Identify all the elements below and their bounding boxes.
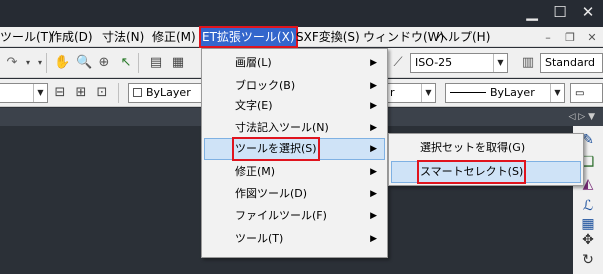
design-center-icon[interactable]: ▦ (170, 55, 186, 71)
menu-item-tools[interactable]: ツール(T) ▶ (204, 228, 385, 250)
rotate-icon[interactable]: ↻ (578, 250, 598, 270)
et-tools-menu: 画層(L) ▶ ブロック(B) ▶ 文字(E) ▶ 寸法記入ツール(N) ▶ ツールを選… (201, 48, 388, 258)
menu-item-file-tools[interactable]: ファイルツール(F) ▶ (204, 205, 385, 227)
chevron-down-icon[interactable]: ▼ (550, 84, 564, 102)
dimstyle-icon: ⟋ (393, 55, 403, 70)
chevron-down-icon[interactable]: ▼ (33, 84, 47, 102)
zoom-window-icon[interactable]: ⊕ (96, 55, 112, 71)
redo-icon[interactable]: ↷ (4, 55, 20, 71)
color-select[interactable]: ByLayer (128, 83, 202, 103)
menu-bar: ツール(T) 作成(D) 寸法(N) 修正(M) ET拡張ツール(X) SXF変… (0, 26, 603, 48)
move-icon[interactable]: ✥ (578, 230, 598, 250)
separator (46, 53, 47, 73)
doc-close-icon[interactable]: ✕ (587, 31, 597, 44)
chevron-down-icon[interactable]: ▼ (493, 54, 507, 72)
zoom-realtime-icon[interactable]: 🔍 (76, 55, 92, 71)
menu-item-text[interactable]: 文字(E) ▶ (204, 95, 385, 117)
selection-tools-submenu: 選択セットを取得(G) スマートセレクト(S) (388, 133, 584, 186)
submenu-arrow-icon: ▶ (370, 101, 377, 111)
tab-scroll-icon[interactable]: ◁ ▷ ▼ (569, 108, 596, 126)
submenu-arrow-icon: ▶ (370, 123, 377, 133)
menu-item-blocks[interactable]: ブロック(B) ▶ (204, 75, 385, 97)
close-icon[interactable]: ✕ (581, 4, 595, 20)
color-swatch (133, 88, 142, 97)
menu-item-get-selection-set[interactable]: 選択セットを取得(G) (391, 137, 581, 159)
submenu-arrow-icon: ▶ (370, 81, 377, 91)
tablestyle-select[interactable]: Standard (540, 53, 603, 73)
layer-previous-icon[interactable]: ⊡ (94, 85, 110, 101)
menu-item-dimension-tools[interactable]: 寸法記入ツール(N) ▶ (204, 117, 385, 139)
menu-help[interactable]: ヘルプ(H) (436, 27, 490, 47)
maximize-icon[interactable]: ☐ (553, 4, 567, 20)
menu-item-modify[interactable]: 修正(M) ▶ (204, 161, 385, 183)
lineweight-select[interactable]: ▭ (570, 83, 603, 103)
submenu-arrow-icon: ▶ (370, 144, 377, 154)
submenu-arrow-icon: ▶ (370, 167, 377, 177)
menu-item-draw-tools[interactable]: 作図ツール(D) ▶ (204, 183, 385, 205)
menu-sxf[interactable]: SXF変換(S) (296, 27, 360, 47)
linetype-select[interactable]: ByLayer ▼ (445, 83, 565, 103)
doc-restore-icon[interactable]: ❐ (565, 31, 575, 44)
submenu-arrow-icon: ▶ (370, 211, 377, 221)
minimize-icon[interactable]: ▁ (525, 4, 539, 20)
layer-manager-icon[interactable]: ⊞ (73, 85, 89, 101)
menu-window[interactable]: ウィンドウ(W) (363, 27, 444, 47)
pan-hand-icon[interactable]: ✋ (54, 55, 70, 71)
separator (118, 83, 119, 103)
color-select-partial[interactable]: r ▼ (388, 83, 436, 103)
offset-icon[interactable]: ℒ (578, 196, 598, 216)
menu-tools[interactable]: ツール(T) (0, 27, 53, 47)
chevron-down-icon[interactable]: ▼ (421, 84, 435, 102)
menu-dimension[interactable]: 寸法(N) (102, 27, 144, 47)
menu-modify[interactable]: 修正(M) (152, 27, 196, 47)
submenu-arrow-icon: ▶ (370, 58, 377, 68)
tablestyle-icon: ▥ (521, 55, 535, 70)
menu-item-layers[interactable]: 画層(L) ▶ (204, 52, 385, 74)
menu-item-selection-tools[interactable]: ツールを選択(S) ▶ (204, 137, 385, 161)
menu-draw[interactable]: 作成(D) (50, 27, 93, 47)
submenu-arrow-icon: ▶ (370, 234, 377, 244)
properties-icon[interactable]: ▤ (148, 55, 164, 71)
title-bar: ▁ ☐ ✕ (0, 0, 603, 27)
menu-item-smart-select[interactable]: スマートセレクト(S) (391, 160, 581, 184)
linetype-sample (450, 92, 486, 93)
zoom-previous-icon[interactable]: ↖ (118, 55, 134, 71)
menu-et-express-tools[interactable]: ET拡張ツール(X) (199, 26, 298, 48)
layer-state-icon[interactable]: ⊟ (52, 85, 68, 101)
submenu-arrow-icon: ▶ (370, 189, 377, 199)
layer-select[interactable]: ▼ (0, 83, 48, 103)
dimstyle-select[interactable]: ISO-25 ▼ (410, 53, 508, 73)
separator (138, 53, 139, 73)
doc-minimize-icon[interactable]: – (543, 31, 553, 44)
